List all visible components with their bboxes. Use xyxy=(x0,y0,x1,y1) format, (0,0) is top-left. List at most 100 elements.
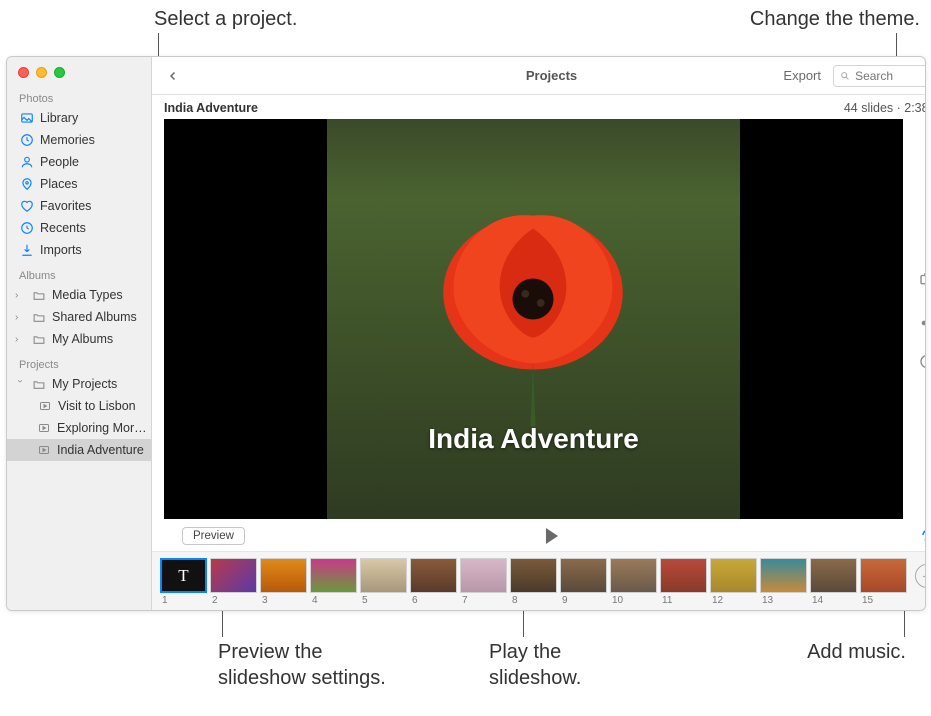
play-button[interactable] xyxy=(546,528,558,544)
thumb-image xyxy=(410,558,457,593)
sidebar-item-people[interactable]: People xyxy=(7,151,151,173)
sidebar-item-recents[interactable]: Recents xyxy=(7,217,151,239)
thumbnail-3[interactable]: 3 xyxy=(260,558,307,606)
thumbnail-5[interactable]: 5 xyxy=(360,558,407,606)
sidebar-label: My Albums xyxy=(52,332,113,346)
plus-icon xyxy=(921,570,927,583)
thumbnail-4[interactable]: 4 xyxy=(310,558,357,606)
sidebar-label: Places xyxy=(40,177,78,191)
sidebar-item-library[interactable]: Library xyxy=(7,107,151,129)
thumbnail-10[interactable]: 10 xyxy=(610,558,657,606)
sidebar-item-favorites[interactable]: Favorites xyxy=(7,195,151,217)
stage-photo xyxy=(327,119,741,519)
project-meta: 44 slides · 2:38m xyxy=(844,101,926,115)
callout-line1: Preview the xyxy=(218,641,323,663)
add-slide-button[interactable] xyxy=(915,564,926,588)
thumb-image xyxy=(210,558,257,593)
sidebar-item-imports[interactable]: Imports xyxy=(7,239,151,261)
chevron-right-icon: › xyxy=(15,290,25,301)
thumb-number: 9 xyxy=(560,595,568,606)
music-icon xyxy=(919,311,926,329)
sidebar-label: India Adventure xyxy=(57,443,144,457)
project-name: India Adventure xyxy=(164,101,258,115)
thumb-number: 2 xyxy=(210,595,218,606)
sidebar-label: Imports xyxy=(40,243,82,257)
sidebar-section-albums: Albums xyxy=(7,261,151,284)
callout-add-music: Add music. xyxy=(807,639,906,665)
filmstrip-scroll[interactable]: T 1 2 3 4 5 6 7 8 9 10 11 12 13 14 15 xyxy=(160,558,907,606)
sidebar-section-projects: Projects xyxy=(7,350,151,373)
back-button[interactable] xyxy=(162,65,184,87)
export-button[interactable]: Export xyxy=(783,68,821,83)
chevron-down-icon: › xyxy=(15,379,26,389)
thumb-image xyxy=(260,558,307,593)
chevron-right-icon: › xyxy=(15,334,25,345)
thumbnail-12[interactable]: 12 xyxy=(710,558,757,606)
sidebar-label: Media Types xyxy=(52,288,123,302)
thumbnail-1[interactable]: T 1 xyxy=(160,558,207,606)
thumb-image xyxy=(610,558,657,593)
thumb-number: 1 xyxy=(160,595,168,606)
thumbnail-2[interactable]: 2 xyxy=(210,558,257,606)
thumbnail-14[interactable]: 14 xyxy=(810,558,857,606)
callout-play-slideshow: Play the slideshow. xyxy=(489,639,581,691)
thumb-number: 10 xyxy=(610,595,623,606)
sidebar: Photos Library Memories People Places Fa… xyxy=(7,57,152,610)
preview-button[interactable]: Preview xyxy=(182,527,245,545)
sidebar-project-visit-lisbon[interactable]: Visit to Lisbon xyxy=(7,395,151,417)
thumb-image xyxy=(310,558,357,593)
thumbnail-8[interactable]: 8 xyxy=(510,558,557,606)
thumb-number: 3 xyxy=(260,595,268,606)
minimize-window-button[interactable] xyxy=(36,67,47,78)
thumb-image xyxy=(810,558,857,593)
thumb-image xyxy=(360,558,407,593)
project-subheader: India Adventure 44 slides · 2:38m xyxy=(152,95,926,119)
stopwatch-icon xyxy=(918,351,926,369)
playback-controls: Preview xyxy=(152,519,926,551)
thumb-image xyxy=(860,558,907,593)
thumbnail-6[interactable]: 6 xyxy=(410,558,457,606)
sidebar-project-india-adventure[interactable]: India Adventure xyxy=(7,439,151,461)
thumbnail-9[interactable]: 9 xyxy=(560,558,607,606)
thumbnail-11[interactable]: 11 xyxy=(660,558,707,606)
search-field[interactable] xyxy=(833,65,926,87)
toolbar-title: Projects xyxy=(526,68,577,83)
thumb-image xyxy=(710,558,757,593)
thumb-number: 6 xyxy=(410,595,418,606)
slideshow-icon xyxy=(37,443,51,458)
thumb-image xyxy=(560,558,607,593)
sidebar-item-memories[interactable]: Memories xyxy=(7,129,151,151)
sidebar-label: Favorites xyxy=(40,199,91,213)
thumb-image xyxy=(760,558,807,593)
music-button[interactable] xyxy=(916,309,926,331)
loop-button[interactable] xyxy=(919,527,926,546)
folder-icon xyxy=(31,332,46,347)
thumb-number: 11 xyxy=(660,595,672,606)
sidebar-label: Visit to Lisbon xyxy=(58,399,136,413)
close-window-button[interactable] xyxy=(18,67,29,78)
thumbnail-15[interactable]: 15 xyxy=(860,558,907,606)
sidebar-item-media-types[interactable]: › Media Types xyxy=(7,284,151,306)
thumbnail-13[interactable]: 13 xyxy=(760,558,807,606)
duration-button[interactable] xyxy=(916,349,926,371)
zoom-window-button[interactable] xyxy=(54,67,65,78)
thumb-image xyxy=(660,558,707,593)
sidebar-item-places[interactable]: Places xyxy=(7,173,151,195)
sidebar-item-my-projects[interactable]: › My Projects xyxy=(7,373,151,395)
sidebar-project-exploring-morocco[interactable]: Exploring Mor… xyxy=(7,417,151,439)
thumbnail-7[interactable]: 7 xyxy=(460,558,507,606)
folder-icon xyxy=(31,310,46,325)
chevron-right-icon: › xyxy=(15,312,25,323)
theme-icon xyxy=(917,271,926,289)
people-icon xyxy=(19,155,34,170)
sidebar-item-shared-albums[interactable]: › Shared Albums xyxy=(7,306,151,328)
places-icon xyxy=(19,177,34,192)
theme-button[interactable] xyxy=(916,269,926,291)
sidebar-section-photos: Photos xyxy=(7,84,151,107)
sidebar-item-my-albums[interactable]: › My Albums xyxy=(7,328,151,350)
callout-line1: Play the xyxy=(489,641,561,663)
loop-icon xyxy=(919,527,926,543)
right-toolbar xyxy=(903,119,926,519)
search-input[interactable] xyxy=(855,69,926,83)
filmstrip: T 1 2 3 4 5 6 7 8 9 10 11 12 13 14 15 xyxy=(152,551,926,610)
